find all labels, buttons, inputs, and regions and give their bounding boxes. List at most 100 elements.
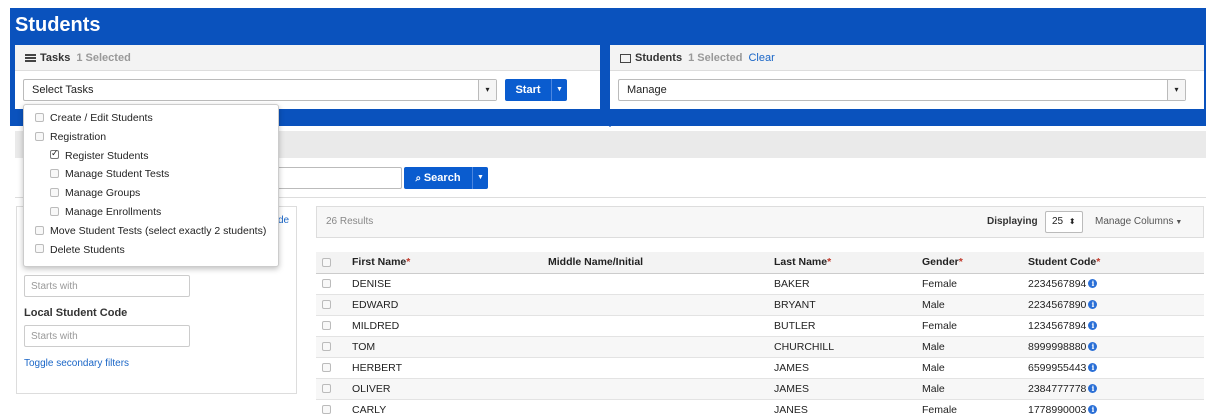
cell-value: JANES	[774, 403, 808, 415]
table-row[interactable]: EDWARD BRYANT Male 2234567890 i	[316, 294, 1204, 316]
search-button[interactable]: ⌕ Search ▼	[404, 167, 488, 189]
page-title: Students	[15, 14, 101, 36]
task-menu-item[interactable]: Manage Enrollments	[50, 206, 161, 218]
table-cell: Female	[916, 399, 1022, 415]
manage-columns-button[interactable]: Manage Columns ▼	[1095, 216, 1182, 227]
row-checkbox[interactable]	[322, 363, 331, 373]
info-icon[interactable]: i	[1088, 300, 1098, 310]
task-menu-item[interactable]: Delete Students	[35, 244, 125, 256]
cell-value: Female	[922, 403, 958, 415]
list-icon	[25, 54, 36, 63]
table-row[interactable]: CARLY JANES Female 1778990003 i	[316, 399, 1204, 415]
tasks-panel-header: Tasks 1 Selected	[15, 45, 600, 71]
task-menu-item[interactable]: Move Student Tests (select exactly 2 stu…	[35, 225, 266, 237]
table-cell: HERBERT	[346, 357, 542, 379]
cell-value: BRYANT	[774, 298, 816, 311]
col-middle-name[interactable]: Middle Name/Initial	[542, 252, 768, 274]
select-all-checkbox[interactable]	[322, 257, 331, 267]
col-student-code[interactable]: Student Code*	[1022, 252, 1204, 274]
students-panel: Students 1 Selected Clear Manage ▾	[610, 45, 1204, 109]
row-select-cell	[316, 378, 346, 400]
table-row[interactable]: HERBERT JAMES Male 6599955443 i	[316, 357, 1204, 379]
task-menu-item[interactable]: Registration	[35, 131, 106, 143]
row-select-cell	[316, 399, 346, 415]
cell-value: 8999998880	[1028, 340, 1087, 353]
table-cell	[542, 273, 768, 295]
row-checkbox[interactable]	[322, 321, 331, 331]
info-icon[interactable]: i	[1088, 342, 1098, 352]
cell-value: HERBERT	[352, 361, 402, 374]
task-checkbox[interactable]	[50, 206, 59, 216]
table-cell: Male	[916, 357, 1022, 379]
table-row[interactable]: DENISE BAKER Female 2234567894 i	[316, 273, 1204, 295]
cell-value: Male	[922, 382, 945, 395]
updown-icon: ⬍	[1068, 217, 1076, 226]
starts-with-input-1[interactable]: Starts with	[24, 275, 190, 297]
select-all-header	[316, 252, 346, 274]
info-icon[interactable]: i	[1088, 363, 1098, 373]
task-menu-label: Registration	[50, 130, 107, 143]
info-icon[interactable]: i	[1088, 405, 1098, 415]
task-menu-label: Manage Student Tests	[65, 168, 170, 181]
info-icon[interactable]: i	[1088, 279, 1098, 289]
table-row[interactable]: OLIVER JAMES Male 2384777778 i	[316, 378, 1204, 400]
task-menu-item[interactable]: Create / Edit Students	[35, 112, 153, 124]
select-tasks-dropdown[interactable]: Select Tasks ▾	[23, 79, 497, 101]
cell-value: Male	[922, 340, 945, 353]
local-student-code-input[interactable]: Starts with	[24, 325, 190, 347]
col-first-name[interactable]: First Name*	[346, 252, 542, 274]
per-page-select[interactable]: 25 ⬍	[1045, 211, 1083, 233]
tasks-selected-count: 1 Selected	[76, 52, 131, 64]
toggle-secondary-filters-link[interactable]: Toggle secondary filters	[24, 358, 129, 369]
chevron-down-icon: ▾	[1167, 80, 1185, 100]
search-icon: ⌕	[415, 173, 424, 184]
task-checkbox[interactable]	[35, 244, 44, 254]
cell-value: BUTLER	[774, 319, 816, 332]
cell-value: 1778990003	[1028, 403, 1087, 415]
col-gender[interactable]: Gender*	[916, 252, 1022, 274]
start-options-chevron-icon[interactable]: ▼	[551, 79, 567, 101]
task-checkbox[interactable]	[35, 112, 44, 122]
table-cell: JAMES	[768, 378, 916, 400]
col-last-name-label: Last Name	[774, 256, 828, 269]
row-checkbox[interactable]	[322, 279, 331, 289]
info-icon[interactable]: i	[1088, 321, 1098, 331]
table-row[interactable]: MILDRED BUTLER Female 1234567894 i	[316, 315, 1204, 337]
manage-dropdown[interactable]: Manage ▾	[618, 79, 1186, 101]
col-last-name[interactable]: Last Name*	[768, 252, 916, 274]
row-checkbox[interactable]	[322, 384, 331, 394]
task-checkbox[interactable]	[50, 148, 59, 160]
table-cell: 2234567894 i	[1022, 273, 1204, 295]
cell-value: Male	[922, 361, 945, 374]
row-checkbox[interactable]	[322, 405, 331, 415]
search-label: ⌕ Search	[404, 167, 472, 189]
start-button[interactable]: Start ▼	[505, 79, 567, 101]
table-cell: JANES	[768, 399, 916, 415]
clear-link[interactable]: Clear	[748, 52, 774, 64]
table-cell: 6599955443 i	[1022, 357, 1204, 379]
task-menu-item[interactable]: Manage Student Tests	[50, 168, 169, 180]
task-checkbox[interactable]	[50, 187, 59, 197]
cell-value: DENISE	[352, 277, 392, 290]
task-checkbox[interactable]	[35, 131, 44, 141]
table-row[interactable]: TOM CHURCHILL Male 8999998880 i	[316, 336, 1204, 358]
search-button-text: Search	[423, 172, 461, 184]
required-marker: *	[827, 256, 832, 269]
task-menu-label: Manage Groups	[65, 187, 141, 200]
filter-link-partial[interactable]: de	[278, 215, 289, 226]
row-checkbox[interactable]	[322, 342, 331, 352]
task-checkbox[interactable]	[35, 225, 44, 235]
required-marker: *	[1096, 256, 1101, 269]
search-options-chevron-icon[interactable]: ▼	[472, 167, 488, 189]
task-checkbox[interactable]	[50, 169, 59, 179]
cell-value: Female	[922, 319, 958, 332]
info-icon[interactable]: i	[1088, 384, 1098, 394]
caret-down-icon: ▼	[1173, 219, 1183, 226]
task-menu-item[interactable]: Manage Groups	[50, 187, 140, 199]
task-menu-item[interactable]: Register Students	[50, 148, 148, 162]
row-checkbox[interactable]	[322, 300, 331, 310]
cell-value: Female	[922, 277, 958, 290]
cell-value: CHURCHILL	[774, 340, 835, 353]
banner-pointer	[599, 117, 621, 127]
cell-value: MILDRED	[352, 319, 400, 332]
